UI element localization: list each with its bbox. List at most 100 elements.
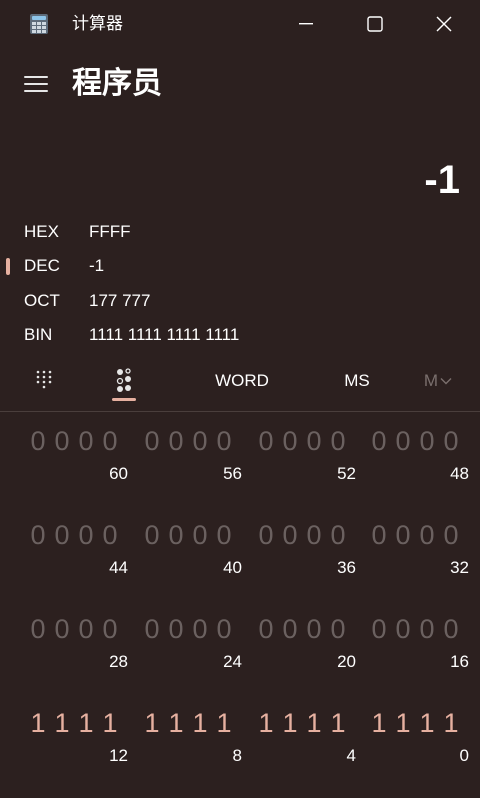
bit-index-label: 4 <box>346 746 356 765</box>
bit-toggle[interactable]: 1 <box>417 706 437 740</box>
bit-toggle[interactable]: 0 <box>52 424 72 458</box>
bit-toggle[interactable]: 0 <box>328 424 348 458</box>
bit-toggle[interactable]: 0 <box>256 612 276 646</box>
bit-toggle[interactable]: 0 <box>417 424 437 458</box>
bit-values: 0000 <box>369 612 461 646</box>
memory-store-button[interactable]: MS <box>330 366 384 396</box>
bit-toggle[interactable]: 0 <box>280 518 300 552</box>
bit-toggle[interactable]: 0 <box>76 518 96 552</box>
memory-list-button[interactable]: M <box>418 366 458 396</box>
bit-toggle[interactable]: 0 <box>214 424 234 458</box>
bit-index-label: 20 <box>337 652 356 671</box>
bit-index-label: 44 <box>109 558 128 577</box>
bit-toggle[interactable]: 0 <box>190 424 210 458</box>
bit-toggle[interactable]: 0 <box>28 424 48 458</box>
bit-toggle[interactable]: 0 <box>256 518 276 552</box>
bit-toggle[interactable]: 1 <box>393 706 413 740</box>
bit-group: 0 0 0 0 32 <box>369 518 469 588</box>
minimize-button[interactable] <box>272 0 340 48</box>
hamburger-menu-icon[interactable] <box>24 74 48 94</box>
radix-value: 177 777 <box>89 291 151 310</box>
bit-index-label: 16 <box>450 652 469 671</box>
bit-values: 0000 <box>142 424 234 458</box>
radix-row-bin[interactable]: BIN 1111 1111 1111 1111 <box>0 318 480 352</box>
bit-toggle[interactable]: 1 <box>190 706 210 740</box>
bit-toggle[interactable]: 0 <box>441 518 461 552</box>
bit-toggle[interactable]: 1 <box>28 706 48 740</box>
bit-toggle[interactable]: 0 <box>28 612 48 646</box>
bit-toggle[interactable]: 0 <box>190 518 210 552</box>
bit-toggle[interactable]: 0 <box>100 612 120 646</box>
bit-group: 0 0 0 0 52 <box>256 424 356 494</box>
bit-toggle[interactable]: 0 <box>142 518 162 552</box>
bit-toggle[interactable]: 0 <box>417 518 437 552</box>
radix-row-hex[interactable]: HEX FFFF <box>0 215 480 249</box>
radix-value: -1 <box>89 256 105 275</box>
bit-toggle[interactable]: 0 <box>28 518 48 552</box>
bit-index-label: 52 <box>337 464 356 483</box>
radix-label: OCT <box>24 291 60 310</box>
maximize-button[interactable] <box>341 0 409 48</box>
bit-toggle[interactable]: 0 <box>328 518 348 552</box>
bit-toggle[interactable]: 1 <box>280 706 300 740</box>
bit-index-label: 36 <box>337 558 356 577</box>
bit-toggle[interactable]: 0 <box>369 518 389 552</box>
bit-toggle[interactable]: 0 <box>441 424 461 458</box>
bit-values: 0000 <box>369 424 461 458</box>
bit-group: 0 0 0 0 44 <box>28 518 128 588</box>
bit-index-label: 24 <box>223 652 242 671</box>
bit-toggle[interactable]: 1 <box>100 706 120 740</box>
bit-toggle[interactable]: 0 <box>190 612 210 646</box>
bit-toggle[interactable]: 0 <box>393 424 413 458</box>
bit-toggle[interactable]: 0 <box>142 424 162 458</box>
bit-toggle[interactable]: 0 <box>304 518 324 552</box>
bit-toggle[interactable]: 0 <box>214 518 234 552</box>
bit-toggle[interactable]: 1 <box>52 706 72 740</box>
bit-toggle[interactable]: 0 <box>76 612 96 646</box>
bit-toggle[interactable]: 0 <box>393 518 413 552</box>
close-icon <box>436 16 452 32</box>
bit-toggle[interactable]: 0 <box>280 424 300 458</box>
radix-row-dec[interactable]: DEC -1 <box>0 249 480 283</box>
bit-toggle[interactable]: 1 <box>328 706 348 740</box>
close-button[interactable] <box>410 0 478 48</box>
bit-toggle[interactable]: 0 <box>393 612 413 646</box>
full-keypad-button[interactable] <box>24 364 64 396</box>
bit-toggle[interactable]: 1 <box>142 706 162 740</box>
bit-toggle[interactable]: 0 <box>52 518 72 552</box>
bit-toggle[interactable]: 0 <box>256 424 276 458</box>
bit-toggle[interactable]: 0 <box>328 612 348 646</box>
bit-toggle[interactable]: 1 <box>441 706 461 740</box>
bit-toggle[interactable]: 0 <box>369 612 389 646</box>
bit-group: 0 0 0 0 48 <box>369 424 469 494</box>
bit-toggle[interactable]: 0 <box>166 424 186 458</box>
bit-toggle[interactable]: 0 <box>214 612 234 646</box>
radix-row-oct[interactable]: OCT 177 777 <box>0 284 480 318</box>
bit-toggle[interactable]: 0 <box>100 424 120 458</box>
bit-toggle[interactable]: 1 <box>166 706 186 740</box>
bit-toggle[interactable]: 0 <box>142 612 162 646</box>
radix-label: BIN <box>24 325 53 344</box>
result-display: -1 <box>424 158 460 202</box>
bit-toggle[interactable]: 1 <box>76 706 96 740</box>
bit-toggle[interactable]: 0 <box>76 424 96 458</box>
bit-toggle[interactable]: 1 <box>214 706 234 740</box>
bit-toggle[interactable]: 0 <box>166 518 186 552</box>
bit-toggle[interactable]: 1 <box>369 706 389 740</box>
bit-toggle[interactable]: 0 <box>52 612 72 646</box>
word-size-button[interactable]: WORD <box>205 366 279 396</box>
bit-toggle[interactable]: 0 <box>441 612 461 646</box>
bit-toggle[interactable]: 0 <box>369 424 389 458</box>
bit-toggle[interactable]: 0 <box>304 612 324 646</box>
bit-toggling-keypad-button[interactable] <box>104 362 144 398</box>
bit-toggle[interactable]: 1 <box>304 706 324 740</box>
app-title: 计算器 <box>72 14 123 33</box>
bit-toggle[interactable]: 0 <box>304 424 324 458</box>
bit-toggle[interactable]: 1 <box>256 706 276 740</box>
bit-toggle[interactable]: 0 <box>100 518 120 552</box>
bit-toggle[interactable]: 0 <box>417 612 437 646</box>
bit-values: 0000 <box>256 518 348 552</box>
bit-toggle[interactable]: 0 <box>166 612 186 646</box>
bit-index-label: 48 <box>450 464 469 483</box>
bit-toggle[interactable]: 0 <box>280 612 300 646</box>
